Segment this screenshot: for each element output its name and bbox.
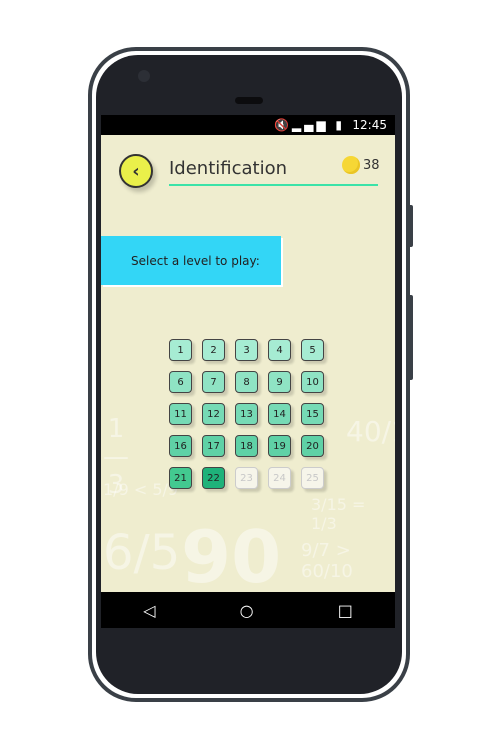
- home-nav-icon[interactable]: ○: [240, 601, 254, 620]
- level-button-14[interactable]: 14: [268, 403, 291, 425]
- level-button-25: 25: [301, 467, 324, 489]
- level-button-8[interactable]: 8: [235, 371, 258, 393]
- status-time: 12:45: [352, 118, 387, 132]
- level-button-19[interactable]: 19: [268, 435, 291, 457]
- level-button-15[interactable]: 15: [301, 403, 324, 425]
- level-button-24: 24: [268, 467, 291, 489]
- front-camera: [138, 70, 150, 82]
- status-icons: 🔇▂▄▆ ▮: [273, 118, 345, 132]
- level-button-3[interactable]: 3: [235, 339, 258, 361]
- instruction-banner: Select a level to play:: [101, 236, 281, 285]
- speaker: [235, 97, 263, 104]
- level-button-18[interactable]: 18: [235, 435, 258, 457]
- level-button-17[interactable]: 17: [202, 435, 225, 457]
- bg-compare: 1/9 < 5/9: [103, 480, 179, 499]
- chevron-left-icon: ‹: [132, 160, 140, 182]
- bg-compare: 9/7 > 60/10: [301, 540, 353, 582]
- level-button-4[interactable]: 4: [268, 339, 291, 361]
- level-button-13[interactable]: 13: [235, 403, 258, 425]
- level-button-20[interactable]: 20: [301, 435, 324, 457]
- level-button-2[interactable]: 2: [202, 339, 225, 361]
- back-nav-icon[interactable]: ◁: [143, 601, 155, 620]
- level-grid: 1 2 3 4 5 6 7 8 9 10 11 12 13 14 15 16 17 18 19 20 21 22 23 24 2…: [169, 339, 324, 489]
- level-button-11[interactable]: 11: [169, 403, 192, 425]
- level-button-1[interactable]: 1: [169, 339, 192, 361]
- bg-fraction: 40/10: [346, 415, 395, 448]
- level-button-12[interactable]: 12: [202, 403, 225, 425]
- level-button-10[interactable]: 10: [301, 371, 324, 393]
- back-button[interactable]: ‹: [119, 154, 153, 188]
- level-button-7[interactable]: 7: [202, 371, 225, 393]
- navigation-bar: ◁ ○ □: [101, 592, 395, 628]
- coin-count: 38: [363, 158, 380, 173]
- level-button-22[interactable]: 22: [202, 467, 225, 489]
- title-underline: [169, 184, 378, 186]
- volume-button: [408, 205, 413, 247]
- instruction-text: Select a level to play:: [131, 253, 260, 268]
- status-bar: 🔇▂▄▆ ▮ 12:45: [101, 115, 395, 135]
- level-button-5[interactable]: 5: [301, 339, 324, 361]
- bg-number: 90: [181, 515, 282, 599]
- power-button: [408, 295, 413, 380]
- level-button-9[interactable]: 9: [268, 371, 291, 393]
- level-button-16[interactable]: 16: [169, 435, 192, 457]
- level-button-21[interactable]: 21: [169, 467, 192, 489]
- bg-fraction: 6/5: [103, 525, 181, 581]
- recents-nav-icon[interactable]: □: [338, 601, 353, 620]
- page-title: Identification: [169, 158, 288, 179]
- coin-icon: [342, 156, 360, 174]
- screen: 🔇▂▄▆ ▮ 12:45 1—3 1/9 < 5/9 6/5 90 40/10 …: [101, 115, 395, 628]
- bg-equation: 3/15 = 1/3: [311, 495, 366, 533]
- level-button-23: 23: [235, 467, 258, 489]
- level-button-6[interactable]: 6: [169, 371, 192, 393]
